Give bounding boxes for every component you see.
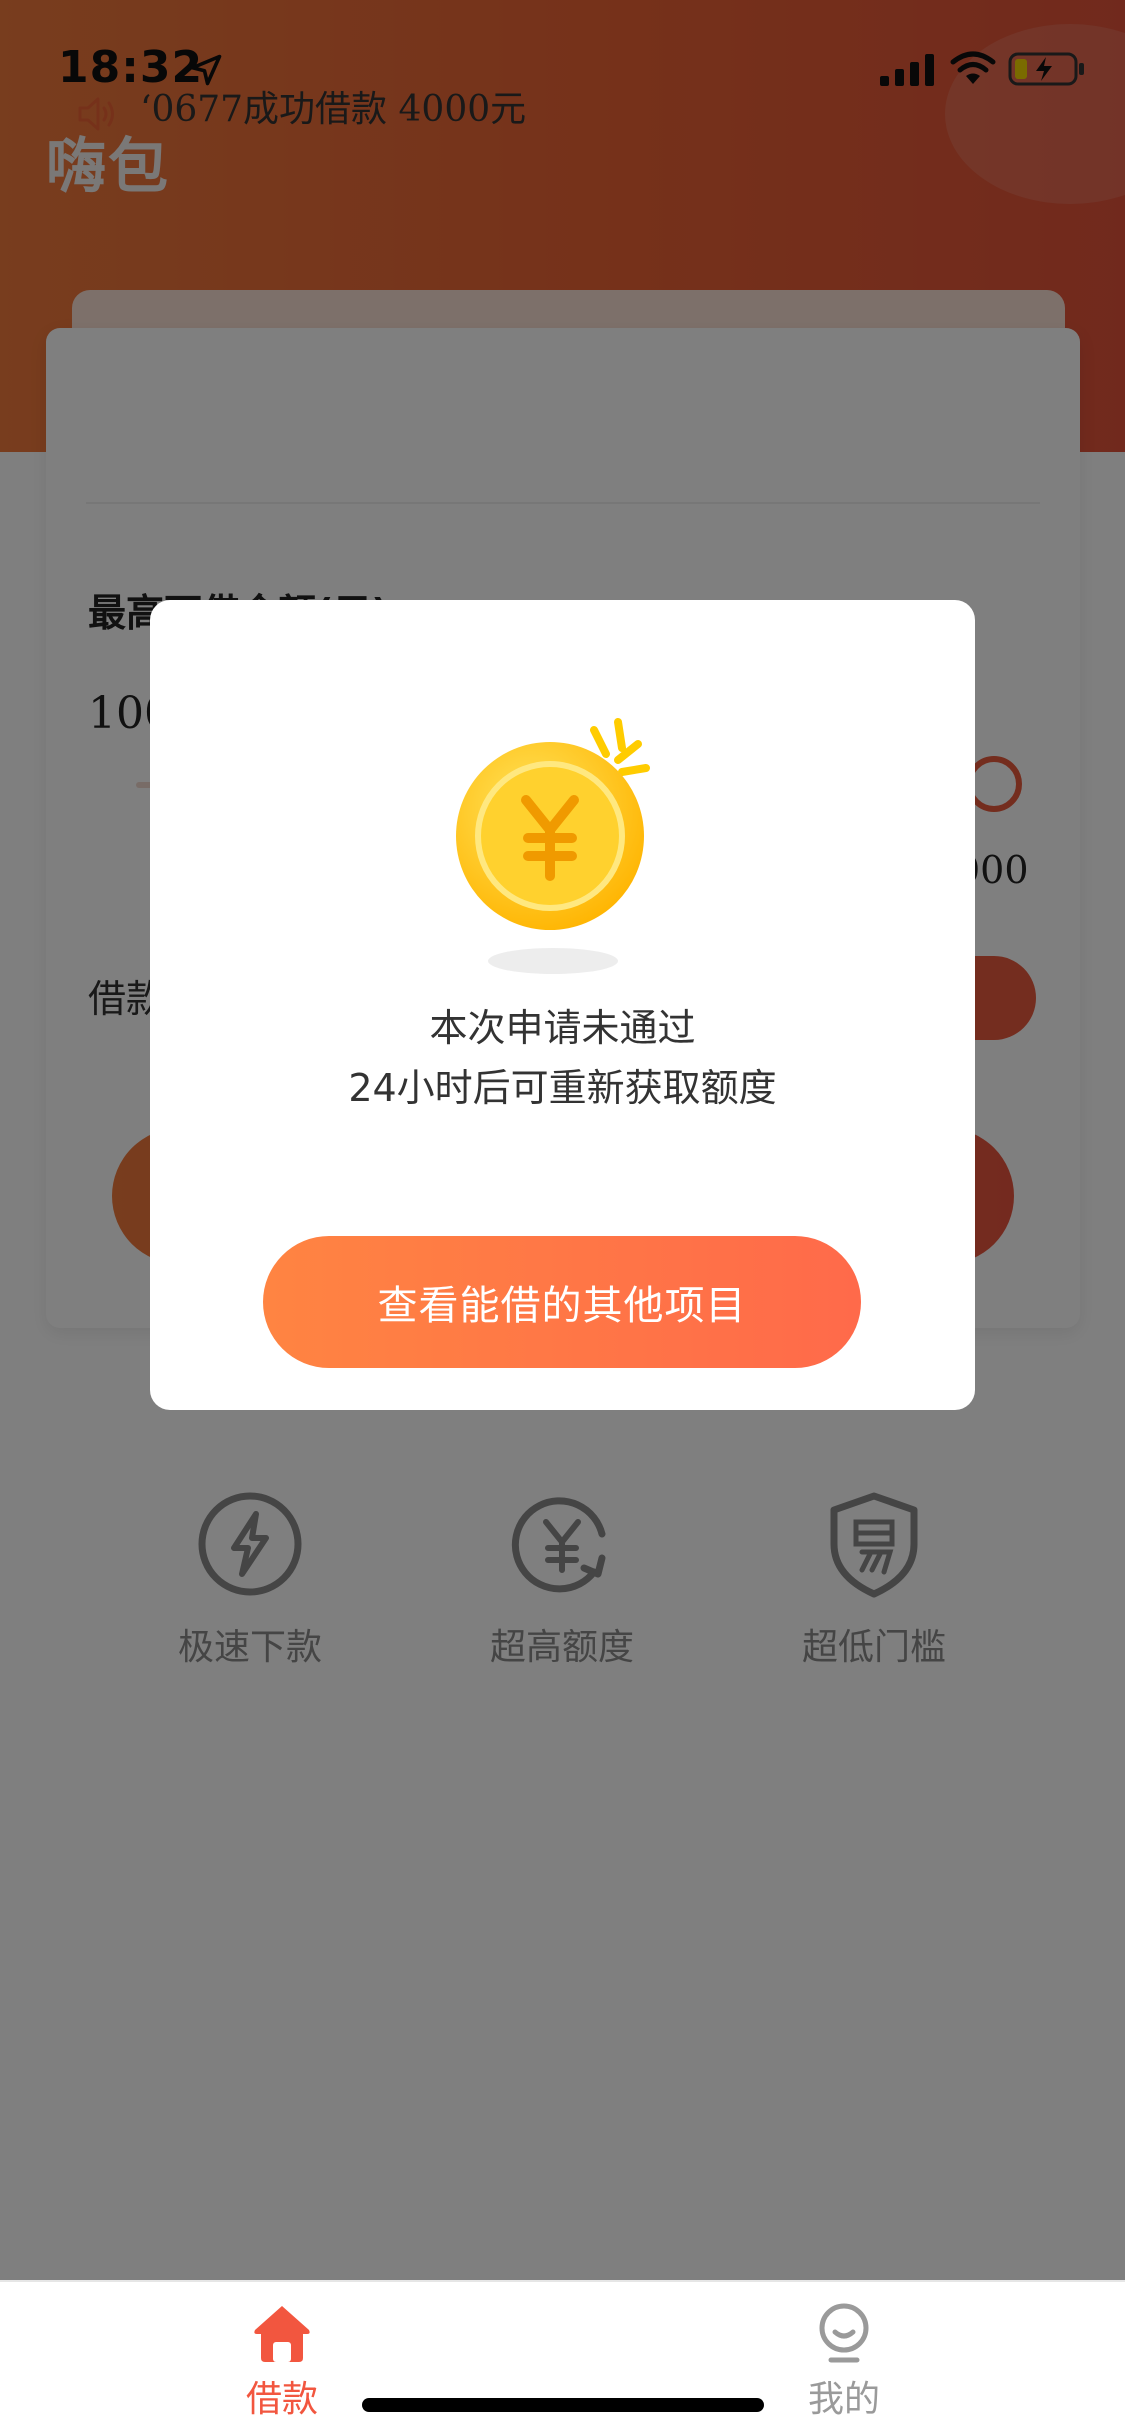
home-indicator: [362, 2398, 764, 2412]
dialog-message: 本次申请未通过 24小时后可重新获取额度: [150, 998, 975, 1118]
coin-shadow: [488, 948, 618, 974]
app-screen: 18:32 嗨包 最高可借金额(元) 100 000 借款: [0, 0, 1125, 2436]
view-other-projects-button[interactable]: 查看能借的其他项目: [263, 1236, 861, 1368]
tab-mine[interactable]: 我的: [774, 2302, 914, 2432]
rejection-dialog: 本次申请未通过 24小时后可重新获取额度 查看能借的其他项目: [150, 600, 975, 1410]
tab-bar: 借款 我的: [0, 2280, 1125, 2436]
tab-loan[interactable]: 借款: [212, 2302, 352, 2432]
gold-coin-icon: [456, 718, 650, 930]
tab-label: 我的: [807, 2379, 880, 2420]
home-icon: [254, 2306, 310, 2362]
tab-label: 借款: [245, 2379, 318, 2420]
profile-icon: [819, 2303, 869, 2363]
dialog-line-2: 24小时后可重新获取额度: [348, 1066, 777, 1110]
dialog-line-1: 本次申请未通过: [429, 1006, 696, 1050]
